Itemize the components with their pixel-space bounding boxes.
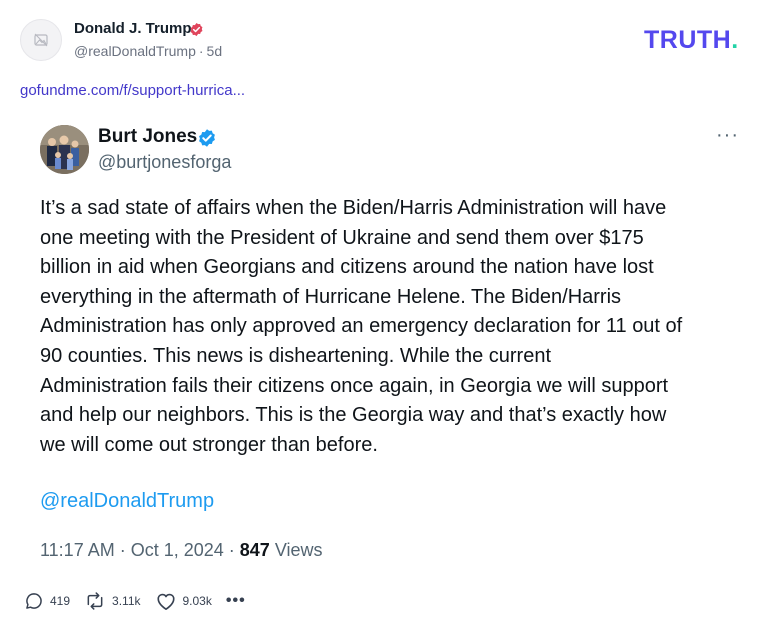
author-avatar[interactable] [20,19,62,61]
author-handle[interactable]: @realDonaldTrump [74,43,196,59]
reply-count: 419 [50,594,71,608]
reply-button[interactable]: 419 [24,591,70,611]
family-photo [40,125,89,174]
author-meta: @realDonaldTrump · 5d [74,43,222,59]
embedded-post[interactable]: Burt Jones @burtjonesforga ··· It’s a sa… [20,112,756,580]
embed-post-text: It’s a sad state of affairs when the Bid… [40,197,683,456]
author-name[interactable]: Donald J. Trump [74,20,192,37]
embed-avatar[interactable] [40,125,89,174]
truth-logo[interactable]: TRUTH. [644,26,739,55]
embed-time-text[interactable]: 11:17 AM · Oct 1, 2024 · [40,540,240,560]
embed-mention-link[interactable]: @realDonaldTrump [40,490,214,513]
verified-badge-icon [190,22,203,37]
reply-icon [26,593,42,609]
embed-author-name[interactable]: Burt Jones [98,126,197,148]
retruth-button[interactable]: 3.11k [84,591,141,611]
retruth-icon [87,592,103,610]
like-count: 9.03k [182,594,212,608]
embed-timestamp: 11:17 AM · Oct 1, 2024 · 847 Views [40,540,323,561]
logo-dot: . [731,26,739,54]
like-button[interactable]: 9.03k [155,591,212,611]
retruth-count: 3.11k [112,594,141,608]
embed-author-handle[interactable]: @burtjonesforga [98,152,231,173]
logo-text: TRUTH [644,26,732,54]
embed-more-button[interactable]: ··· [716,124,739,147]
post-age[interactable]: 5d [207,43,223,59]
views-label: Views [269,540,323,560]
post-link[interactable]: gofundme.com/f/support-hurrica... [20,82,245,99]
views-count: 847 [239,540,270,560]
like-icon [156,593,175,610]
post-actions: 419 3.11k 9.03k ••• [24,590,260,612]
more-icon[interactable]: ••• [226,592,246,610]
image-placeholder-icon [34,33,48,47]
verified-badge-icon [199,129,215,147]
separator: · [198,43,204,59]
